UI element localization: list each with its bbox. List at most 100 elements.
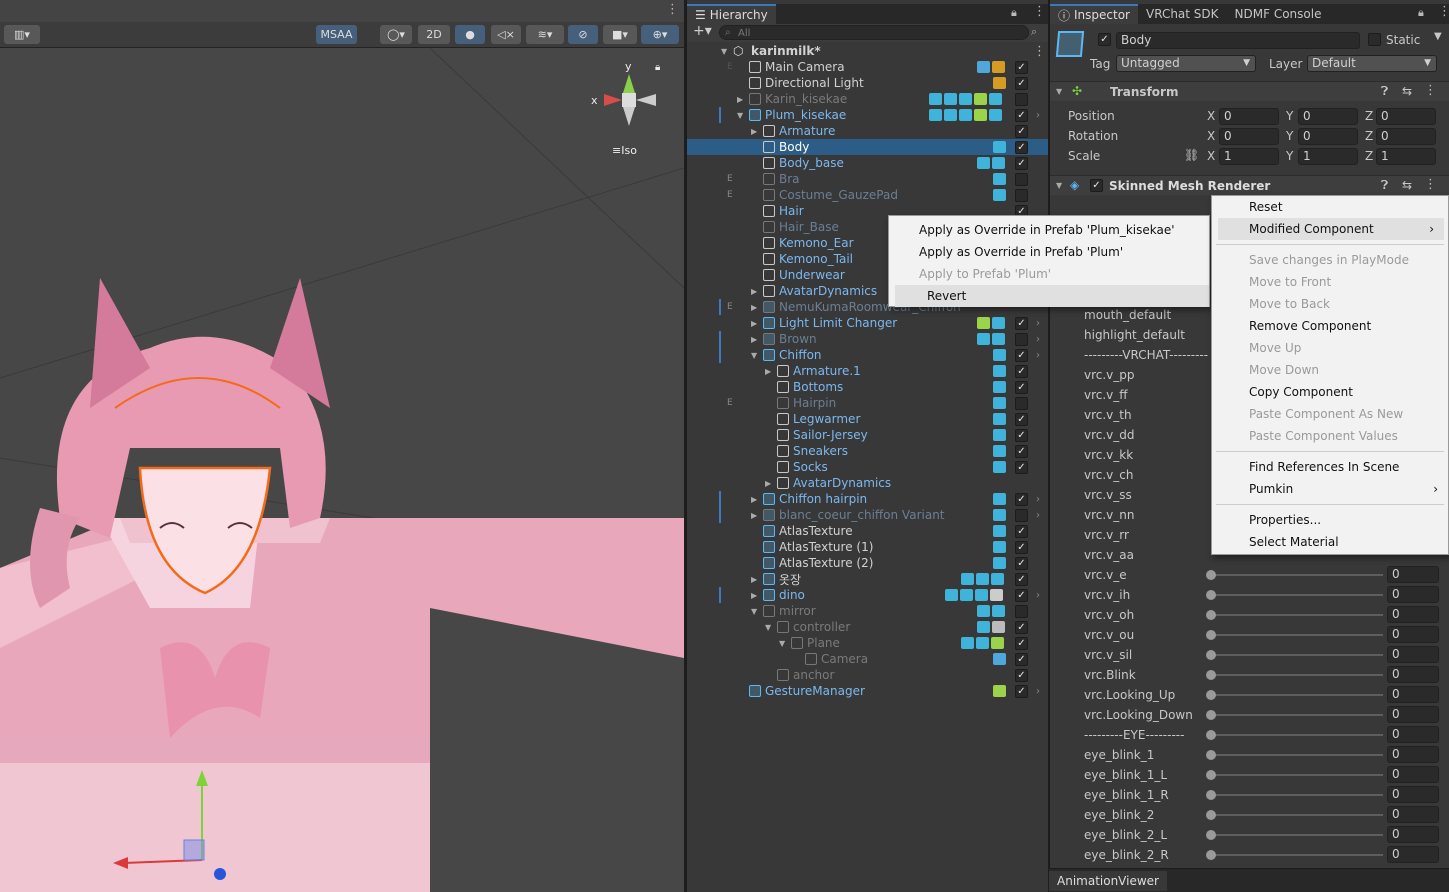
- blendshape-slider-knob[interactable]: [1206, 750, 1216, 760]
- fold-arrow-icon[interactable]: ▶: [765, 367, 771, 376]
- blendshape-slider-track[interactable]: [1211, 694, 1383, 696]
- blendshape-slider-track[interactable]: [1211, 674, 1383, 676]
- tab-ndmf-console[interactable]: NDMF Console: [1227, 4, 1330, 24]
- blendshape-slider-track[interactable]: [1211, 734, 1383, 736]
- hierarchy-row[interactable]: ▼ mirror: [687, 603, 1048, 619]
- blendshape-slider-knob[interactable]: [1206, 710, 1216, 720]
- active-checkbox[interactable]: ✓: [1015, 636, 1028, 650]
- hierarchy-row[interactable]: ▶ Armature ✓: [687, 123, 1048, 139]
- blendshape-value-field[interactable]: 0: [1387, 786, 1439, 803]
- open-prefab-icon[interactable]: ›: [1036, 510, 1040, 521]
- lighting-toggle[interactable]: ●: [455, 25, 485, 44]
- scale-x-field[interactable]: 1: [1219, 148, 1279, 165]
- preset-icon[interactable]: ⇆: [1402, 84, 1412, 98]
- search-options-icon[interactable]: ⌕: [1031, 25, 1037, 39]
- projection-toggle[interactable]: ≡Iso: [612, 144, 637, 157]
- more-options-icon[interactable]: ⋮: [1438, 4, 1449, 19]
- hierarchy-row[interactable]: ▶ 옷장 ✓: [687, 571, 1048, 587]
- hierarchy-row[interactable]: ▶ AvatarDynamics: [687, 475, 1048, 491]
- active-checkbox[interactable]: ✓: [1015, 348, 1028, 362]
- active-checkbox[interactable]: ✓: [1015, 380, 1028, 394]
- blendshape-slider-knob[interactable]: [1206, 830, 1216, 840]
- blendshape-slider-knob[interactable]: [1206, 730, 1216, 740]
- hierarchy-row[interactable]: ▶ Karin_kisekae: [687, 91, 1048, 107]
- hierarchy-row[interactable]: Bottoms ✓: [687, 379, 1048, 395]
- open-prefab-icon[interactable]: ›: [1036, 318, 1040, 329]
- link-off-icon[interactable]: ⛓: [1184, 148, 1199, 162]
- object-name-field[interactable]: Body: [1116, 32, 1360, 49]
- blendshape-value-field[interactable]: 0: [1387, 846, 1439, 863]
- blendshape-value-field[interactable]: 0: [1387, 826, 1439, 843]
- menu-item-apply-override-plum[interactable]: Apply as Override in Prefab 'Plum': [889, 241, 1209, 263]
- blendshape-value-field[interactable]: 0: [1387, 606, 1439, 623]
- tab-inspector[interactable]: ⓘ Inspector: [1050, 4, 1138, 24]
- hierarchy-row[interactable]: Socks ✓: [687, 459, 1048, 475]
- more-options-icon[interactable]: ⋮: [1033, 4, 1046, 19]
- blendshape-slider-knob[interactable]: [1206, 850, 1216, 860]
- open-prefab-icon[interactable]: ›: [1036, 590, 1040, 601]
- active-checkbox[interactable]: ✓: [1015, 684, 1028, 698]
- blendshape-slider-track[interactable]: [1211, 754, 1383, 756]
- menu-item-pumkin[interactable]: Pumkin ›: [1212, 478, 1448, 500]
- hierarchy-search-input[interactable]: ⌕ All: [719, 25, 1029, 40]
- blendshape-slider-track[interactable]: [1211, 574, 1383, 576]
- active-checkbox[interactable]: ✓: [1015, 620, 1028, 634]
- blendshape-slider-knob[interactable]: [1206, 650, 1216, 660]
- gizmo-x-label[interactable]: x: [591, 94, 598, 107]
- active-checkbox[interactable]: ✓: [1015, 444, 1028, 458]
- blendshape-slider-track[interactable]: [1211, 654, 1383, 656]
- fold-arrow-icon[interactable]: ▶: [751, 575, 757, 584]
- active-checkbox[interactable]: ✓: [1015, 556, 1028, 570]
- blendshape-value-field[interactable]: 0: [1387, 746, 1439, 763]
- open-prefab-icon[interactable]: ›: [1036, 350, 1040, 361]
- blendshape-slider-knob[interactable]: [1206, 770, 1216, 780]
- fold-arrow-icon[interactable]: ▶: [751, 335, 757, 344]
- tab-vrchat-sdk[interactable]: VRChat SDK: [1138, 4, 1227, 24]
- blendshape-slider-knob[interactable]: [1206, 590, 1216, 600]
- menu-item-remove-component[interactable]: Remove Component: [1212, 315, 1448, 337]
- help-icon[interactable]: ❓︎: [1381, 178, 1388, 193]
- active-checkbox[interactable]: [1015, 172, 1028, 186]
- active-checkbox[interactable]: ✓: [1015, 540, 1028, 554]
- menu-item-find-references[interactable]: Find References In Scene: [1212, 456, 1448, 478]
- fold-arrow-icon[interactable]: ▶: [751, 319, 757, 328]
- active-toggle[interactable]: ✓: [1098, 33, 1111, 46]
- fold-arrow-icon[interactable]: ▶: [751, 495, 757, 504]
- open-prefab-icon[interactable]: ›: [1036, 494, 1040, 505]
- open-prefab-icon[interactable]: ›: [1036, 686, 1040, 697]
- fold-arrow-icon[interactable]: ▶: [751, 127, 757, 136]
- active-checkbox[interactable]: ✓: [1015, 108, 1028, 122]
- fold-arrow-icon[interactable]: ▼: [751, 351, 757, 360]
- active-checkbox[interactable]: ✓: [1015, 668, 1028, 682]
- fold-arrow-icon[interactable]: ▼: [779, 639, 785, 648]
- blendshape-slider-knob[interactable]: [1206, 790, 1216, 800]
- hierarchy-row[interactable]: AtlasTexture (2) ✓: [687, 555, 1048, 571]
- blendshape-slider-knob[interactable]: [1206, 810, 1216, 820]
- active-checkbox[interactable]: ✓: [1015, 156, 1028, 170]
- active-checkbox[interactable]: ✓: [1015, 588, 1028, 602]
- position-x-field[interactable]: 0: [1219, 108, 1279, 125]
- blendshape-value-field[interactable]: 0: [1387, 686, 1439, 703]
- blendshape-value-field[interactable]: 0: [1387, 626, 1439, 643]
- blendshape-value-field[interactable]: 0: [1387, 566, 1439, 583]
- scene-viewport[interactable]: y x 🔒︎ ≡Iso: [0, 48, 684, 892]
- active-checkbox[interactable]: [1015, 332, 1028, 346]
- blendshape-slider-track[interactable]: [1211, 794, 1383, 796]
- menu-item-properties[interactable]: Properties...: [1212, 509, 1448, 531]
- blendshape-slider-track[interactable]: [1211, 814, 1383, 816]
- blendshape-slider-track[interactable]: [1211, 594, 1383, 596]
- tab-hierarchy[interactable]: ☰ Hierarchy: [687, 4, 776, 24]
- more-options-icon[interactable]: ⋮: [1424, 177, 1437, 192]
- hierarchy-row[interactable]: ▶ Brown ›: [687, 331, 1048, 347]
- fold-arrow-icon[interactable]: ▶: [751, 287, 757, 296]
- static-dropdown-icon[interactable]: ▼: [1434, 31, 1442, 42]
- blendshape-value-field[interactable]: 0: [1387, 806, 1439, 823]
- component-enabled-checkbox[interactable]: ✓: [1090, 179, 1103, 192]
- blendshape-slider-knob[interactable]: [1206, 670, 1216, 680]
- hierarchy-row[interactable]: AtlasTexture (1) ✓: [687, 539, 1048, 555]
- fold-arrow-icon[interactable]: ▼: [721, 47, 727, 56]
- blendshape-slider-knob[interactable]: [1206, 690, 1216, 700]
- active-checkbox[interactable]: [1015, 508, 1028, 522]
- blendshape-value-field[interactable]: 0: [1387, 666, 1439, 683]
- lock-icon[interactable]: 🔒︎: [655, 62, 660, 73]
